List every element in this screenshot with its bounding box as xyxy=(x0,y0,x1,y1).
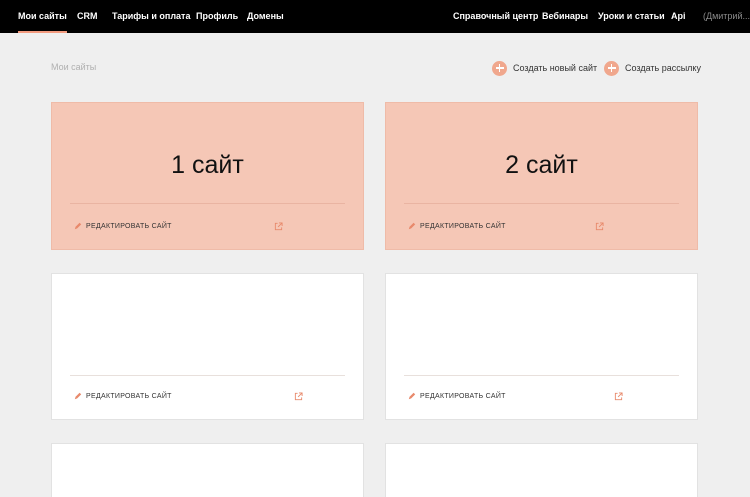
nav-my-sites[interactable]: Мои сайты xyxy=(18,0,67,33)
nav-webinars[interactable]: Вебинары xyxy=(542,0,588,33)
nav-tariffs[interactable]: Тарифы и оплата xyxy=(112,0,190,33)
nav-profile[interactable]: Профиль xyxy=(196,0,238,33)
site-card[interactable]: Редактировать сайт xyxy=(385,273,698,420)
site-title: 1 сайт xyxy=(171,151,244,179)
site-card[interactable]: 2 сайт Редактировать сайт xyxy=(385,102,698,250)
nav-domains[interactable]: Домены xyxy=(247,0,284,33)
card-divider xyxy=(404,203,679,204)
create-mailing-label: Создать рассылку xyxy=(625,63,701,73)
nav-my-sites-label: Мои сайты xyxy=(18,11,67,21)
plus-circle-icon xyxy=(604,60,619,76)
plus-circle-icon xyxy=(492,60,507,76)
create-mailing-button[interactable]: Создать рассылку xyxy=(604,60,701,76)
external-link-icon[interactable] xyxy=(274,222,283,231)
card-divider xyxy=(70,375,345,376)
card-divider xyxy=(70,203,345,204)
pencil-icon xyxy=(408,392,416,400)
edit-site-label: Редактировать сайт xyxy=(86,222,172,230)
active-tab-indicator xyxy=(18,31,67,33)
nav-help-center[interactable]: Справочный центр xyxy=(453,0,538,33)
external-link-icon[interactable] xyxy=(294,392,303,401)
nav-user-account[interactable]: (Дмитрий...) xyxy=(703,0,750,33)
edit-site-label: Редактировать сайт xyxy=(420,392,506,400)
edit-site-link[interactable]: Редактировать сайт xyxy=(74,222,172,230)
pencil-icon xyxy=(408,222,416,230)
card-divider xyxy=(404,375,679,376)
edit-site-link[interactable]: Редактировать сайт xyxy=(408,392,506,400)
pencil-icon xyxy=(74,392,82,400)
nav-crm[interactable]: CRM xyxy=(77,0,98,33)
external-link-icon[interactable] xyxy=(614,392,623,401)
site-card[interactable] xyxy=(385,443,698,497)
create-site-label: Создать новый сайт xyxy=(513,63,598,73)
edit-site-link[interactable]: Редактировать сайт xyxy=(408,222,506,230)
external-link-icon[interactable] xyxy=(595,222,604,231)
site-card[interactable]: 1 сайт Редактировать сайт xyxy=(51,102,364,250)
edit-site-label: Редактировать сайт xyxy=(420,222,506,230)
site-card[interactable]: Редактировать сайт xyxy=(51,273,364,420)
nav-api[interactable]: Api xyxy=(671,0,686,33)
create-site-button[interactable]: Создать новый сайт xyxy=(492,60,597,76)
pencil-icon xyxy=(74,222,82,230)
top-navigation-bar: Мои сайты CRM Тарифы и оплата Профиль До… xyxy=(0,0,750,33)
edit-site-label: Редактировать сайт xyxy=(86,392,172,400)
nav-lessons[interactable]: Уроки и статьи xyxy=(598,0,665,33)
site-title: 2 сайт xyxy=(505,151,578,179)
page-title: Мои сайты xyxy=(51,62,97,72)
site-card[interactable] xyxy=(51,443,364,497)
edit-site-link[interactable]: Редактировать сайт xyxy=(74,392,172,400)
